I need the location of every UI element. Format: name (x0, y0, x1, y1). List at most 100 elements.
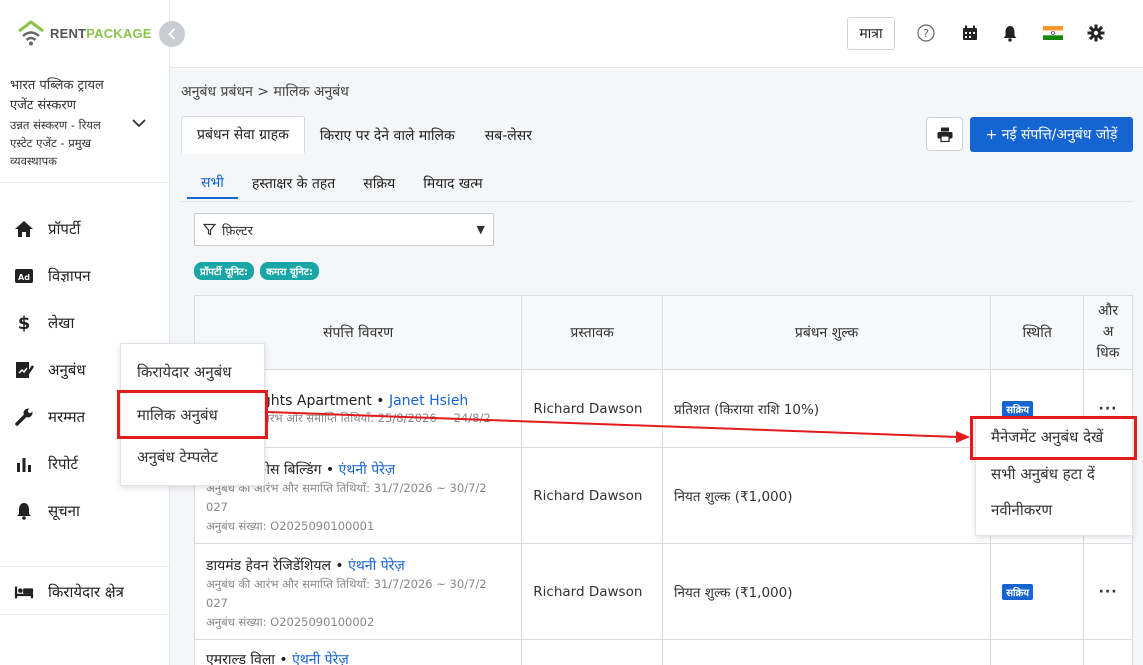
sidebar-item-label: सूचना (48, 502, 80, 520)
more-cell: ··· (1084, 544, 1132, 639)
menu-item-contract-template[interactable]: अनुबंध टेम्पलेट (137, 447, 218, 467)
agent-link[interactable]: एंथनी पेरेज़ (339, 462, 396, 478)
quantity-button[interactable]: मात्रा (847, 17, 895, 50)
caret-down-icon: ▼ (476, 223, 485, 236)
table-row[interactable]: एमराल्ड विला • एंथनी पेरेज़ (195, 640, 1132, 665)
help-icon[interactable]: ? (915, 22, 937, 44)
contract-dates-cont: 027 (206, 595, 228, 610)
sidebar-item-label: लेखा (48, 314, 75, 332)
collapse-sidebar-button[interactable] (159, 21, 185, 47)
agent-link[interactable]: Janet Hsieh (389, 393, 468, 409)
wrench-icon (14, 407, 34, 427)
more-actions-button[interactable]: ··· (1099, 584, 1118, 600)
agent-link[interactable]: एंथनी पेरेज़ (292, 652, 349, 665)
sidebar-item-label: प्रॉपर्टी (48, 220, 81, 238)
printer-icon (937, 127, 952, 142)
status-cell: सक्रिय (991, 544, 1085, 639)
india-flag-icon[interactable] (1042, 22, 1064, 44)
filter-funnel-icon (203, 223, 216, 236)
fee-cell (663, 640, 992, 665)
chevron-down-icon[interactable] (132, 116, 146, 132)
property-cell: एमराल्ड विला • एंथनी पेरेज़ (195, 640, 523, 665)
filter-chips: प्रॉपर्टी यूनिट: कमरा यूनिट: (194, 262, 319, 280)
header-proposer: प्रस्तावक (522, 296, 663, 369)
org-role-line1: उन्नत संस्करण - रियल (10, 118, 101, 132)
sidebar-item-label: रिपोर्ट (48, 455, 78, 473)
sidebar-divider (0, 566, 170, 567)
more-cell (1084, 640, 1132, 665)
fee-cell: नियत शुल्क (₹1,000) (663, 448, 992, 543)
primary-tabs: प्रबंधन सेवा ग्राहक किराए पर देने वाले म… (181, 116, 547, 154)
header-more: और अ धिक (1084, 296, 1132, 369)
sidebar-item-repairs[interactable]: मरम्मत (14, 404, 85, 430)
settings-gear-icon[interactable] (1085, 22, 1107, 44)
tab-management-clients[interactable]: प्रबंधन सेवा ग्राहक (181, 116, 305, 154)
separator: • (371, 393, 389, 409)
header-more-line: धिक (1096, 345, 1120, 361)
sidebar-item-contracts[interactable]: अनुबंध (14, 357, 86, 383)
menu-item-delete-all-contracts[interactable]: सभी अनुबंध हटा दें (991, 464, 1095, 484)
table-header-row: संपत्ति विवरण प्रस्तावक प्रबंधन शुल्क स्… (195, 296, 1132, 370)
contract-dates: अनुबंध की आरंभ और समाप्ति तिथियाँ: 31/7/… (206, 576, 487, 591)
bell-icon (14, 501, 34, 521)
wifi-house-logo-icon (16, 19, 46, 47)
table-row[interactable]: डायमंड हेवन रेजिडेंशियल • एंथनी पेरेज़ अ… (195, 544, 1132, 640)
notification-bell-icon[interactable] (999, 22, 1021, 44)
separator: • (274, 652, 293, 665)
tab-sub-lessor[interactable]: सब-लेसर (470, 116, 547, 154)
property-name[interactable]: एमराल्ड विला (206, 652, 275, 665)
sidebar-item-property[interactable]: प्रॉपर्टी (14, 216, 80, 242)
status-cell (991, 640, 1085, 665)
sidebar-item-accounting[interactable]: $ लेखा (14, 310, 75, 336)
add-property-contract-button[interactable]: + नई संपत्ति/अनुबंध जोड़ें (970, 117, 1133, 152)
tab-expired[interactable]: मियाद खत्म (409, 167, 496, 199)
tabs-divider (181, 201, 1133, 202)
row-action-menu: मैनेजमेंट अनुबंध देखें सभी अनुबंध हटा दे… (975, 416, 1133, 536)
filter-dropdown[interactable]: फ़िल्टर ▼ (194, 213, 494, 246)
sidebar-item-tenant-area[interactable]: किरायेदार क्षेत्र (14, 579, 124, 605)
sidebar-item-ads[interactable]: Ad विज्ञापन (14, 263, 91, 289)
top-bar: मात्रा ? (170, 0, 1143, 68)
agent-link[interactable]: एंथनी पेरेज़ (348, 558, 405, 574)
home-icon (14, 219, 34, 239)
tab-all[interactable]: सभी (187, 167, 238, 199)
ad-icon: Ad (14, 266, 34, 286)
sidebar-item-reports[interactable]: रिपोर्ट (14, 451, 78, 477)
breadcrumb: अनुबंध प्रबंधन > मालिक अनुबंध (181, 84, 349, 100)
more-actions-button[interactable]: ··· (1099, 401, 1118, 417)
header-fee: प्रबंधन शुल्क (663, 296, 992, 369)
status-badge: सक्रिय (1002, 583, 1034, 600)
sidebar-item-label: मरम्मत (48, 408, 86, 426)
contract-number: अनुबंध संख्या: O2025090100002 (206, 614, 375, 629)
org-role-line3: व्यवस्थापक (10, 154, 57, 168)
calendar-icon[interactable] (959, 22, 981, 44)
chip-room-unit[interactable]: कमरा यूनिट: (260, 262, 319, 280)
menu-item-owner-contract[interactable]: मालिक अनुबंध (137, 405, 218, 425)
sidebar-item-notifications[interactable]: सूचना (14, 498, 80, 524)
filter-label: फ़िल्टर (222, 223, 253, 239)
rentpackage-logo[interactable]: RENTPACKAGE (16, 18, 152, 48)
sidebar-divider (0, 614, 170, 615)
chevron-left-icon (168, 28, 176, 40)
header-more-line: अ (1102, 324, 1114, 340)
dollar-icon: $ (17, 312, 31, 334)
property-cell: डायमंड हेवन रेजिडेंशियल • एंथनी पेरेज़ अ… (195, 544, 523, 639)
contract-submenu: किरायेदार अनुबंध मालिक अनुबंध अनुबंध टेम… (120, 343, 265, 486)
menu-item-tenant-contract[interactable]: किरायेदार अनुबंध (137, 362, 231, 382)
tab-active[interactable]: सक्रिय (349, 167, 409, 199)
property-name[interactable]: डायमंड हेवन रेजिडेंशियल (206, 558, 331, 574)
menu-item-renewal[interactable]: नवीनीकरण (991, 500, 1052, 520)
org-name-line2: एजेंट संस्करण (10, 98, 77, 113)
bar-chart-icon (14, 454, 34, 474)
property-name[interactable]: ीस बिल्डिंग (258, 462, 321, 478)
property-name[interactable]: ights Apartment (258, 393, 372, 409)
status-tabs: सभी हस्ताक्षर के तहत सक्रिय मियाद खत्म (187, 167, 497, 201)
print-button[interactable] (926, 117, 963, 151)
tab-rental-owners[interactable]: किराए पर देने वाले मालिक (305, 116, 470, 154)
proposer-cell: Richard Dawson (522, 544, 663, 639)
svg-text:?: ? (923, 27, 929, 40)
menu-item-view-management-contract[interactable]: मैनेजमेंट अनुबंध देखें (991, 427, 1103, 447)
tab-under-signature[interactable]: हस्ताक्षर के तहत (238, 167, 349, 199)
chip-property-unit[interactable]: प्रॉपर्टी यूनिट: (194, 262, 255, 280)
logo-text-package: PACKAGE (86, 25, 152, 41)
